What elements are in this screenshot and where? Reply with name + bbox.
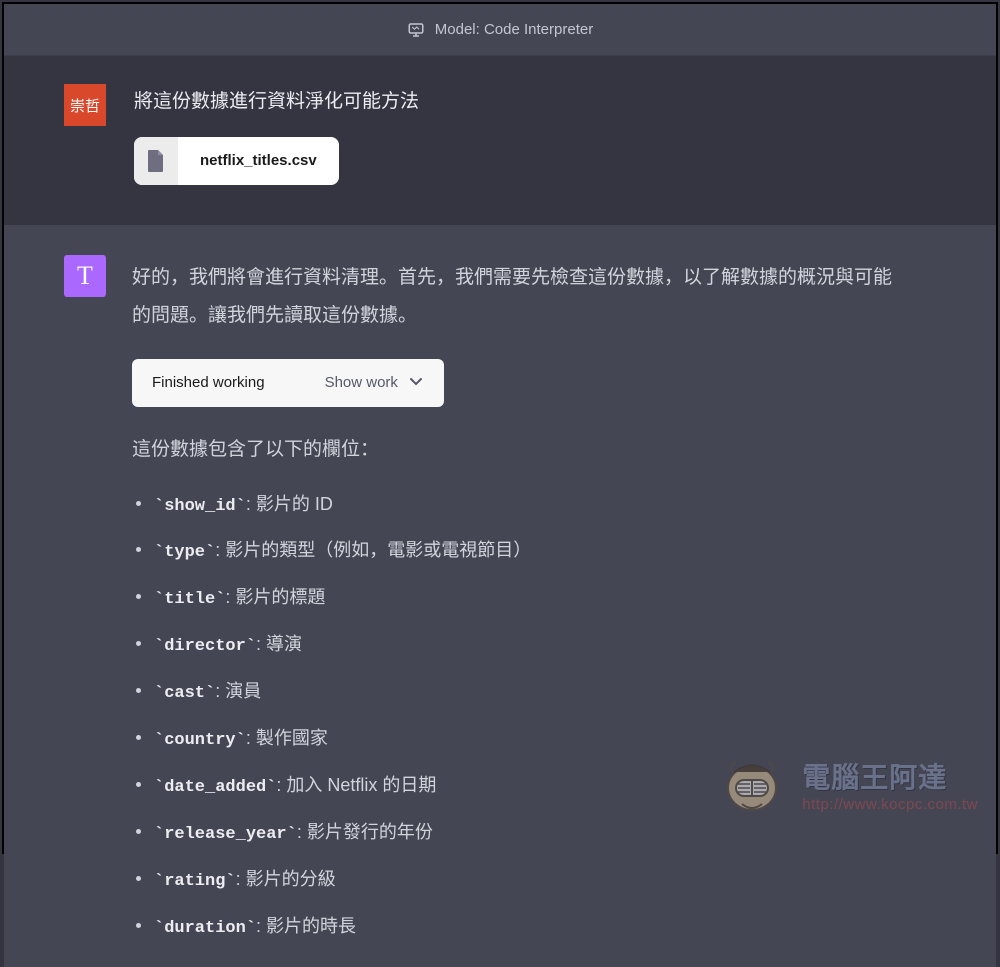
field-desc: : 製作國家 [246, 728, 328, 748]
list-item: `rating`: 影片的分級 [132, 864, 896, 897]
field-code: `type` [154, 543, 215, 562]
field-code: `rating` [154, 872, 236, 891]
user-message: 崇哲 將這份數據進行資料淨化可能方法 netflix_titles.csv [4, 56, 996, 225]
field-desc: : 影片的 ID [246, 494, 333, 514]
field-code: `country` [154, 731, 246, 750]
field-desc: : 影片發行的年份 [297, 822, 433, 842]
show-work-toggle[interactable]: Finished working Show work [132, 359, 444, 407]
file-name: netflix_titles.csv [178, 137, 339, 185]
columns-intro-text: 這份數據包含了以下的欄位： [132, 431, 896, 469]
field-code: `duration` [154, 919, 256, 938]
list-item: `duration`: 影片的時長 [132, 911, 896, 944]
mascot-icon [712, 744, 792, 824]
assistant-intro-text: 好的，我們將會進行資料清理。首先，我們需要先檢查這份數據，以了解數據的概況與可能… [132, 259, 896, 335]
field-code: `director` [154, 637, 256, 656]
watermark-brand-url: http://www.kocpc.com.tw [802, 796, 978, 813]
field-code: `show_id` [154, 497, 246, 516]
field-code: `cast` [154, 684, 215, 703]
chevron-down-icon [408, 373, 424, 393]
watermark-brand-name: 電腦王阿達 [802, 756, 978, 796]
user-prompt-text: 將這份數據進行資料淨化可能方法 [134, 88, 936, 117]
model-label: Model: Code Interpreter [435, 21, 593, 38]
model-header: Model: Code Interpreter [4, 4, 996, 56]
list-item: `director`: 導演 [132, 629, 896, 662]
field-code: `release_year` [154, 825, 297, 844]
field-code: `title` [154, 590, 225, 609]
field-desc: : 影片的類型（例如，電影或電視節目） [215, 540, 531, 560]
watermark: 電腦王阿達 http://www.kocpc.com.tw [712, 744, 978, 824]
list-item: `show_id`: 影片的 ID [132, 489, 896, 522]
field-code: `date_added` [154, 778, 276, 797]
user-avatar: 崇哲 [64, 84, 106, 126]
list-item: `cast`: 演員 [132, 676, 896, 709]
show-work-label: Show work [325, 374, 398, 391]
list-item: `title`: 影片的標題 [132, 582, 896, 615]
field-desc: : 影片的時長 [256, 916, 356, 936]
file-attachment-chip[interactable]: netflix_titles.csv [134, 137, 339, 185]
work-status-label: Finished working [152, 374, 265, 391]
field-list: `show_id`: 影片的 ID `type`: 影片的類型（例如，電影或電視節… [132, 489, 896, 944]
file-icon [134, 137, 178, 185]
field-desc: : 影片的分級 [236, 869, 336, 889]
assistant-avatar: T [64, 255, 106, 297]
list-item: `type`: 影片的類型（例如，電影或電視節目） [132, 535, 896, 568]
field-desc: : 演員 [215, 681, 261, 701]
field-desc: : 影片的標題 [225, 587, 325, 607]
field-desc: : 導演 [256, 634, 302, 654]
field-desc: : 加入 Netflix 的日期 [276, 775, 436, 795]
model-icon [407, 21, 425, 39]
